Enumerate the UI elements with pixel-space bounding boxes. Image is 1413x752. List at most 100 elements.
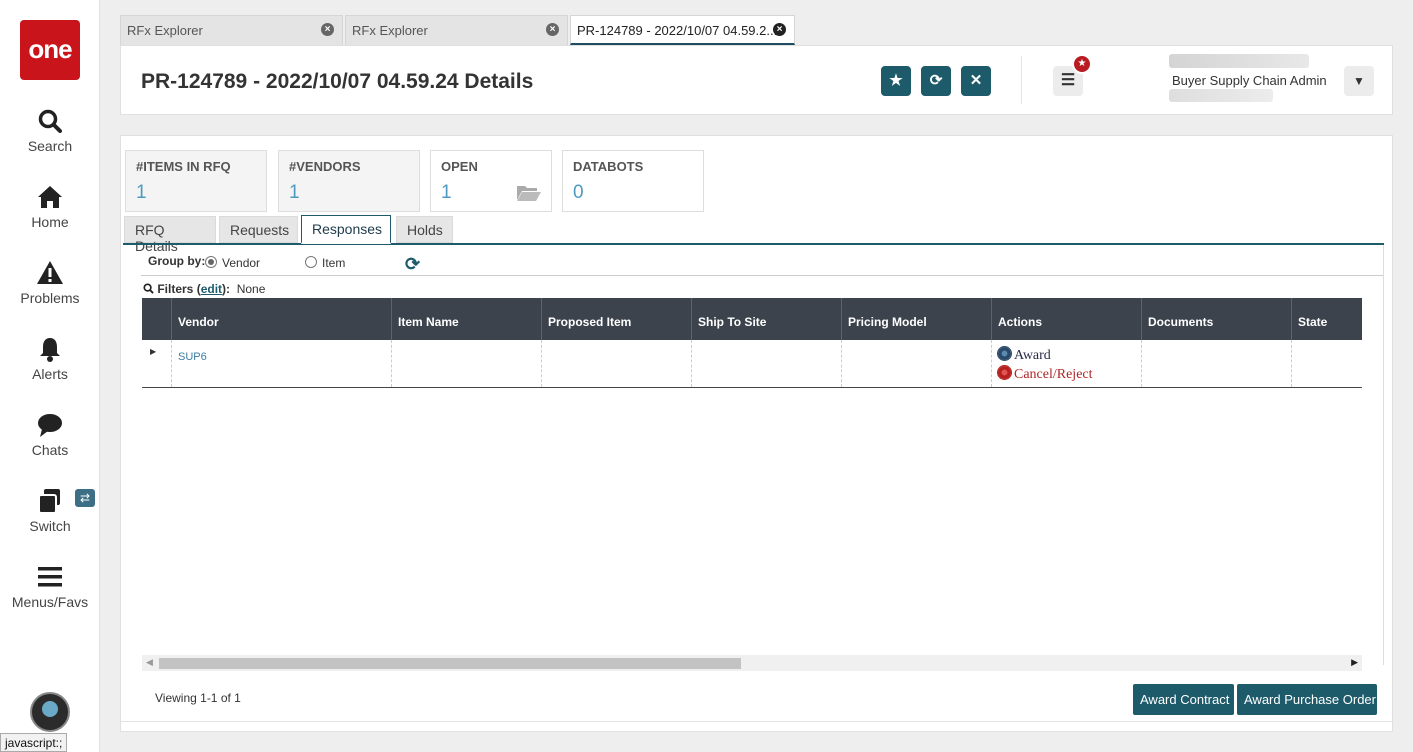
kpi-label: DATABOTS [573,159,644,174]
filters-label: Filters [157,282,194,296]
user-avatar[interactable] [30,692,70,732]
vendor-link[interactable]: SUP6 [178,351,207,363]
cell-item-name [391,340,542,387]
tab-rfx-explorer-2[interactable]: RFx Explorer × [345,15,568,45]
kpi-label: #VENDORS [289,159,361,174]
switch-arrows-icon[interactable]: ⇄ [75,489,95,507]
filters-edit-link[interactable]: edit [201,282,222,296]
tab-label: PR-124789 - 2022/10/07 04.59.2... [577,23,778,38]
radio-item-label: Item [322,256,346,270]
redacted-user-org [1169,89,1273,102]
folder-open-icon [517,186,541,201]
expand-row-icon[interactable]: ▶ [150,347,156,356]
scroll-left-arrow-icon[interactable]: ◀ [146,657,153,668]
award-purchase-order-button[interactable]: Award Purchase Order [1237,684,1377,715]
column-header-proposed-item[interactable]: Proposed Item [541,298,692,340]
kpi-value: 0 [573,182,584,203]
refresh-grid-icon[interactable]: ⟳ [405,254,420,275]
cell-documents [1141,340,1292,387]
filters-value: None [236,282,266,296]
pagination-status: Viewing 1-1 of 1 [155,691,241,705]
bell-icon [0,335,100,363]
tab-holds[interactable]: Holds [396,216,453,243]
one-logo[interactable]: one [20,20,80,80]
kpi-value: 1 [136,182,147,203]
column-header-item-name[interactable]: Item Name [391,298,542,340]
tab-pr-details[interactable]: PR-124789 - 2022/10/07 04.59.2... × [570,15,795,45]
award-action[interactable]: Award [998,346,1136,365]
kpi-items-in-rfq[interactable]: #ITEMS IN RFQ 1 [125,150,267,212]
nav-home-label: Home [31,214,69,230]
close-tab-icon[interactable]: × [321,23,334,36]
search-icon [0,107,100,135]
hamburger-icon [0,563,100,591]
nav-problems[interactable]: Problems [0,259,100,306]
column-header-state[interactable]: State [1291,298,1362,340]
cancel-reject-action[interactable]: Cancel/Reject [998,365,1136,384]
main-panel: #ITEMS IN RFQ 1 #VENDORS 1 OPEN 1 DATABO… [120,135,1394,732]
favorite-button[interactable]: ★ [881,66,911,96]
scroll-right-arrow-icon[interactable]: ▶ [1351,657,1358,668]
gear-icon [998,347,1011,360]
kpi-label: OPEN [441,159,478,174]
radio-vendor[interactable] [205,256,217,268]
column-header-pricing-model[interactable]: Pricing Model [841,298,992,340]
kpi-databots[interactable]: DATABOTS 0 [562,150,704,212]
tab-requests[interactable]: Requests [219,216,298,243]
cell-proposed-item [541,340,692,387]
kpi-value: 1 [289,182,300,203]
horizontal-scrollbar[interactable]: ◀ ▶ [142,655,1362,671]
nav-menus-favs[interactable]: Menus/Favs [0,563,100,610]
status-bar-url: javascript:; [0,733,68,752]
radio-vendor-label: Vendor [222,256,261,270]
search-icon [143,282,157,296]
cell-pricing-model [841,340,992,387]
kpi-vendors[interactable]: #VENDORS 1 [278,150,420,212]
gear-icon [998,366,1011,379]
tab-rfx-explorer-1[interactable]: RFx Explorer × [120,15,343,45]
cell-ship-to-site [691,340,842,387]
warning-icon [0,259,100,287]
redacted-user-name [1169,54,1309,68]
column-header-ship-to-site[interactable]: Ship To Site [691,298,842,340]
cancel-reject-label: Cancel/Reject [1014,367,1093,382]
scrollbar-thumb[interactable] [159,658,741,669]
grid-header: Vendor Item Name Proposed Item Ship To S… [142,298,1362,340]
award-contract-button[interactable]: Award Contract [1133,684,1234,715]
close-tab-icon[interactable]: × [546,23,559,36]
home-icon [0,183,100,211]
page-title: PR-124789 - 2022/10/07 04.59.24 Details [141,70,534,93]
user-dropdown-button[interactable]: ▼ [1344,66,1374,96]
left-nav: one Search Home Problems Alerts Chats Sw… [0,0,100,752]
radio-item[interactable] [305,256,317,268]
header-divider [1021,56,1022,104]
tab-rfq-details[interactable]: RFQ Details [124,216,216,254]
chevron-down-icon: ▼ [1353,74,1365,88]
table-row[interactable]: ▶ SUP6 Award Cancel/Reject [142,340,1362,388]
page-header: PR-124789 - 2022/10/07 04.59.24 Details … [120,45,1393,115]
close-tab-icon[interactable]: × [773,23,786,36]
column-header-actions[interactable]: Actions [991,298,1142,340]
star-badge-icon: ★ [1072,54,1092,74]
nav-chats[interactable]: Chats [0,411,100,458]
user-role: Buyer Supply Chain Admin [1172,73,1327,88]
column-header-documents[interactable]: Documents [1141,298,1292,340]
group-divider [141,275,1384,276]
kpi-open[interactable]: OPEN 1 [430,150,552,212]
refresh-button[interactable]: ⟳ [921,66,951,96]
column-header-vendor[interactable]: Vendor [171,298,392,340]
grid-right-border [1383,245,1384,665]
chat-icon [0,411,100,439]
nav-chats-label: Chats [31,442,69,458]
award-label: Award [1014,348,1051,363]
close-button[interactable]: ✕ [961,66,991,96]
nav-menus-label: Menus/Favs [11,594,89,610]
nav-home[interactable]: Home [0,183,100,230]
nav-search[interactable]: Search [0,107,100,154]
nav-problems-label: Problems [20,290,80,306]
nav-switch-label: Switch [29,518,71,534]
nav-alerts[interactable]: Alerts [0,335,100,382]
tab-label: RFx Explorer [127,23,203,38]
footer-divider [121,721,1394,722]
tab-responses[interactable]: Responses [301,215,391,244]
